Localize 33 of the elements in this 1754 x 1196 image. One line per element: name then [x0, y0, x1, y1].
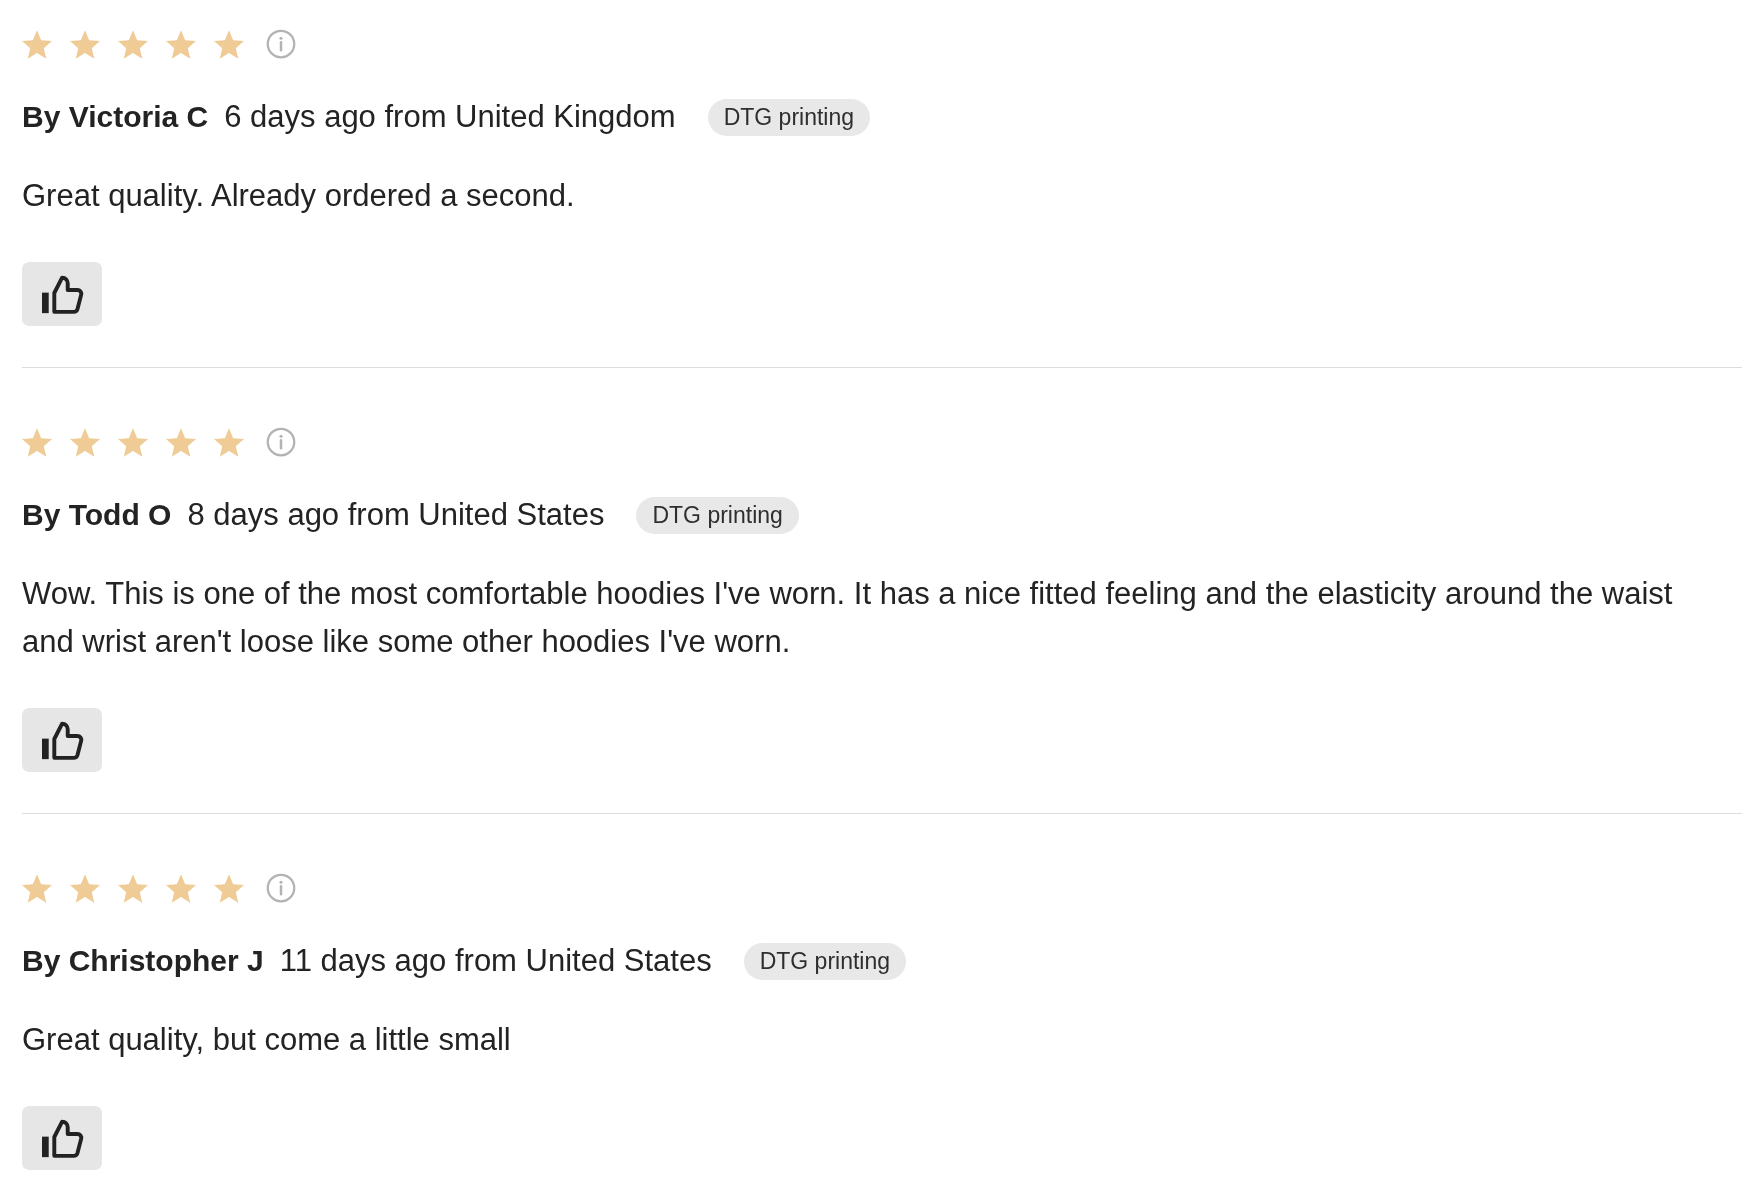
- star-icon: [214, 873, 244, 903]
- like-button[interactable]: [22, 1106, 102, 1170]
- thumbs-up-icon: [39, 1117, 85, 1159]
- print-method-tag: DTG printing: [743, 942, 907, 980]
- review-date-location: 6 days ago from United Kingdom: [224, 99, 676, 135]
- star-icon: [70, 873, 100, 903]
- thumbs-up-icon: [39, 273, 85, 315]
- star-icon: [70, 29, 100, 59]
- like-button[interactable]: [22, 262, 102, 326]
- star-icon: [118, 427, 148, 457]
- reviewer-name: By Todd O: [22, 498, 172, 532]
- star-icon: [22, 427, 52, 457]
- reviewer-name: By Victoria C: [22, 100, 209, 134]
- star-icon: [22, 29, 52, 59]
- star-icon: [166, 873, 196, 903]
- star-icon: [22, 873, 52, 903]
- like-button[interactable]: [22, 708, 102, 772]
- review-text: Great quality. Already ordered a second.: [22, 177, 576, 215]
- star-icon: [166, 29, 196, 59]
- star-icon: [214, 427, 244, 457]
- print-method-tag: DTG printing: [707, 98, 871, 136]
- review-date-location: 8 days ago from United States: [187, 497, 605, 533]
- thumbs-up-icon: [39, 719, 85, 761]
- star-icon: [166, 427, 196, 457]
- star-icon: [70, 427, 100, 457]
- reviewer-name: By Christopher J: [22, 944, 264, 978]
- review-date-location: 11 days ago from United States: [279, 943, 712, 979]
- review-text: Great quality, but come a little small: [22, 1021, 512, 1059]
- print-method-tag: DTG printing: [636, 496, 799, 534]
- review-text: Wow. This is one of the most comfortable hoodies I've worn. It has a nice fitted feeling and the elasticity around the waist and wrist aren't loose like some other hoodies I've worn.: [22, 575, 1674, 661]
- star-icon: [118, 29, 148, 59]
- star-icon: [118, 873, 148, 903]
- star-icon: [214, 29, 244, 59]
